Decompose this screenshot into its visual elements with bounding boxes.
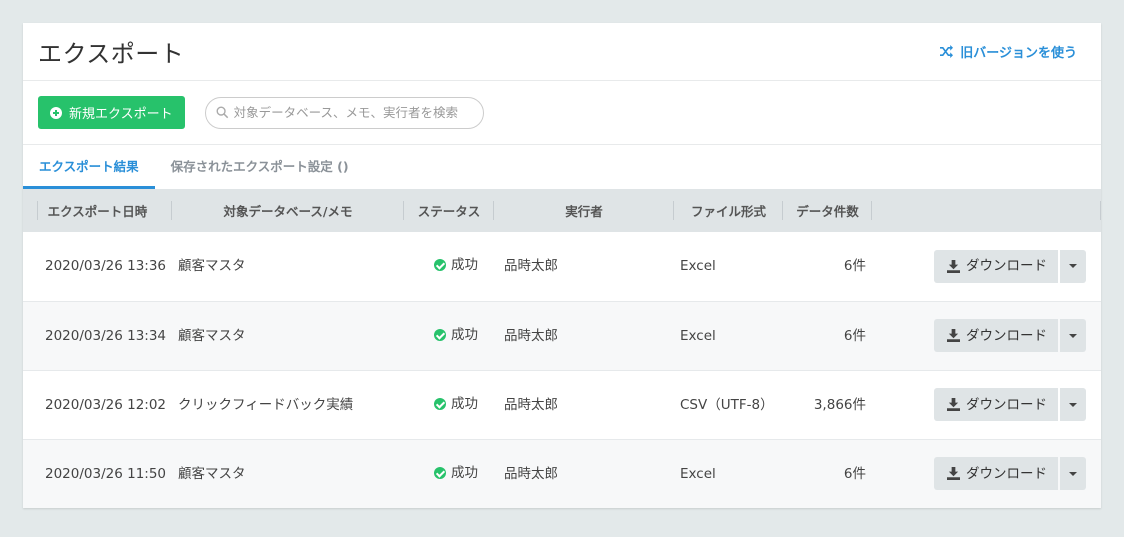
- status-badge: 成功: [434, 325, 478, 345]
- cell-format: Excel: [680, 465, 716, 482]
- download-button[interactable]: ダウンロード: [934, 319, 1058, 352]
- caret-down-icon: [1069, 402, 1077, 407]
- download-options-caret[interactable]: [1060, 457, 1086, 491]
- download-icon: [947, 467, 960, 481]
- download-options-caret[interactable]: [1060, 388, 1086, 421]
- table-row: 2020/03/26 12:02 クリックフィードバック実績 成功 品時太郎 C…: [23, 370, 1101, 439]
- download-button[interactable]: ダウンロード: [934, 249, 1058, 283]
- cell-datetime: 2020/03/26 13:34: [45, 327, 167, 344]
- download-button-group: ダウンロード: [934, 457, 1086, 491]
- col-header-datetime[interactable]: エクスポート日時: [23, 189, 172, 232]
- download-icon: [947, 398, 960, 411]
- status-badge: 成功: [434, 463, 478, 483]
- cell-count: 6件: [843, 465, 866, 482]
- cell-datetime: 2020/03/26 11:50: [45, 465, 167, 482]
- caret-down-icon: [1069, 471, 1077, 476]
- new-export-button[interactable]: 新規エクスポート: [38, 96, 185, 129]
- status-badge: 成功: [434, 255, 478, 275]
- cell-runner: 品時太郎: [504, 396, 558, 413]
- download-options-caret[interactable]: [1060, 249, 1086, 283]
- export-table: エクスポート日時 対象データベース/メモ ステータス 実行者 ファイル形式 デー…: [23, 189, 1101, 508]
- table-row: 2020/03/26 11:50 顧客マスタ 成功 品時太郎 Excel 6件 …: [23, 439, 1101, 508]
- plus-circle-icon: [50, 106, 62, 119]
- download-options-caret[interactable]: [1060, 319, 1086, 352]
- check-circle-icon: [434, 466, 446, 479]
- col-header-target[interactable]: 対象データベース/メモ: [172, 189, 404, 232]
- col-header-action: [872, 189, 1101, 232]
- download-button[interactable]: ダウンロード: [934, 388, 1058, 421]
- download-button-group: ダウンロード: [934, 388, 1086, 421]
- new-export-label: 新規エクスポート: [69, 106, 173, 121]
- col-header-runner[interactable]: 実行者: [494, 189, 674, 232]
- table-header-row: エクスポート日時 対象データベース/メモ ステータス 実行者 ファイル形式 デー…: [23, 189, 1101, 232]
- old-version-label: 旧バージョンを使う: [960, 46, 1077, 61]
- search-box[interactable]: [204, 96, 484, 129]
- download-icon: [947, 259, 960, 273]
- export-panel: エクスポート 旧バージョンを使う 新規エクスポート エクスポート結果 保存された…: [23, 23, 1101, 508]
- tab-export-results[interactable]: エクスポート結果: [23, 145, 155, 189]
- tab-bar: エクスポート結果 保存されたエクスポート設定 (): [23, 145, 1101, 189]
- old-version-link[interactable]: 旧バージョンを使う: [939, 42, 1077, 61]
- download-button-group: ダウンロード: [934, 249, 1086, 283]
- tab-saved-settings[interactable]: 保存されたエクスポート設定 (): [155, 145, 365, 189]
- cell-format: Excel: [680, 327, 716, 344]
- status-badge: 成功: [434, 394, 478, 414]
- cell-format: Excel: [680, 258, 716, 275]
- search-icon: [216, 106, 228, 119]
- cell-target: 顧客マスタ: [178, 327, 246, 344]
- caret-down-icon: [1069, 264, 1077, 269]
- cell-datetime: 2020/03/26 12:02: [45, 396, 167, 413]
- cell-runner: 品時太郎: [504, 258, 558, 275]
- check-circle-icon: [434, 397, 446, 410]
- check-circle-icon: [434, 328, 446, 341]
- page-header: エクスポート 旧バージョンを使う: [23, 23, 1101, 81]
- table-row: 2020/03/26 13:34 顧客マスタ 成功 品時太郎 Excel 6件 …: [23, 301, 1101, 370]
- caret-down-icon: [1069, 333, 1077, 338]
- cell-runner: 品時太郎: [504, 327, 558, 344]
- table-row: 2020/03/26 13:36 顧客マスタ 成功 品時太郎 Excel 6件 …: [23, 232, 1101, 301]
- check-circle-icon: [434, 259, 446, 272]
- col-header-format[interactable]: ファイル形式: [674, 189, 783, 232]
- download-button[interactable]: ダウンロード: [934, 457, 1058, 491]
- col-header-status[interactable]: ステータス: [404, 189, 494, 232]
- shuffle-icon: [940, 45, 954, 58]
- cell-target: クリックフィードバック実績: [178, 396, 354, 413]
- cell-count: 6件: [843, 327, 866, 344]
- download-button-group: ダウンロード: [934, 319, 1086, 352]
- col-header-count[interactable]: データ件数: [783, 189, 872, 232]
- toolbar: 新規エクスポート: [23, 81, 1101, 145]
- cell-format: CSV（UTF-8）: [680, 396, 774, 413]
- download-icon: [947, 329, 960, 342]
- cell-runner: 品時太郎: [504, 465, 558, 482]
- search-input[interactable]: [233, 105, 473, 120]
- cell-datetime: 2020/03/26 13:36: [45, 258, 167, 275]
- page-title: エクスポート: [38, 40, 185, 68]
- cell-target: 顧客マスタ: [178, 258, 246, 275]
- cell-target: 顧客マスタ: [178, 465, 246, 482]
- cell-count: 6件: [843, 258, 866, 275]
- cell-count: 3,866件: [813, 396, 866, 413]
